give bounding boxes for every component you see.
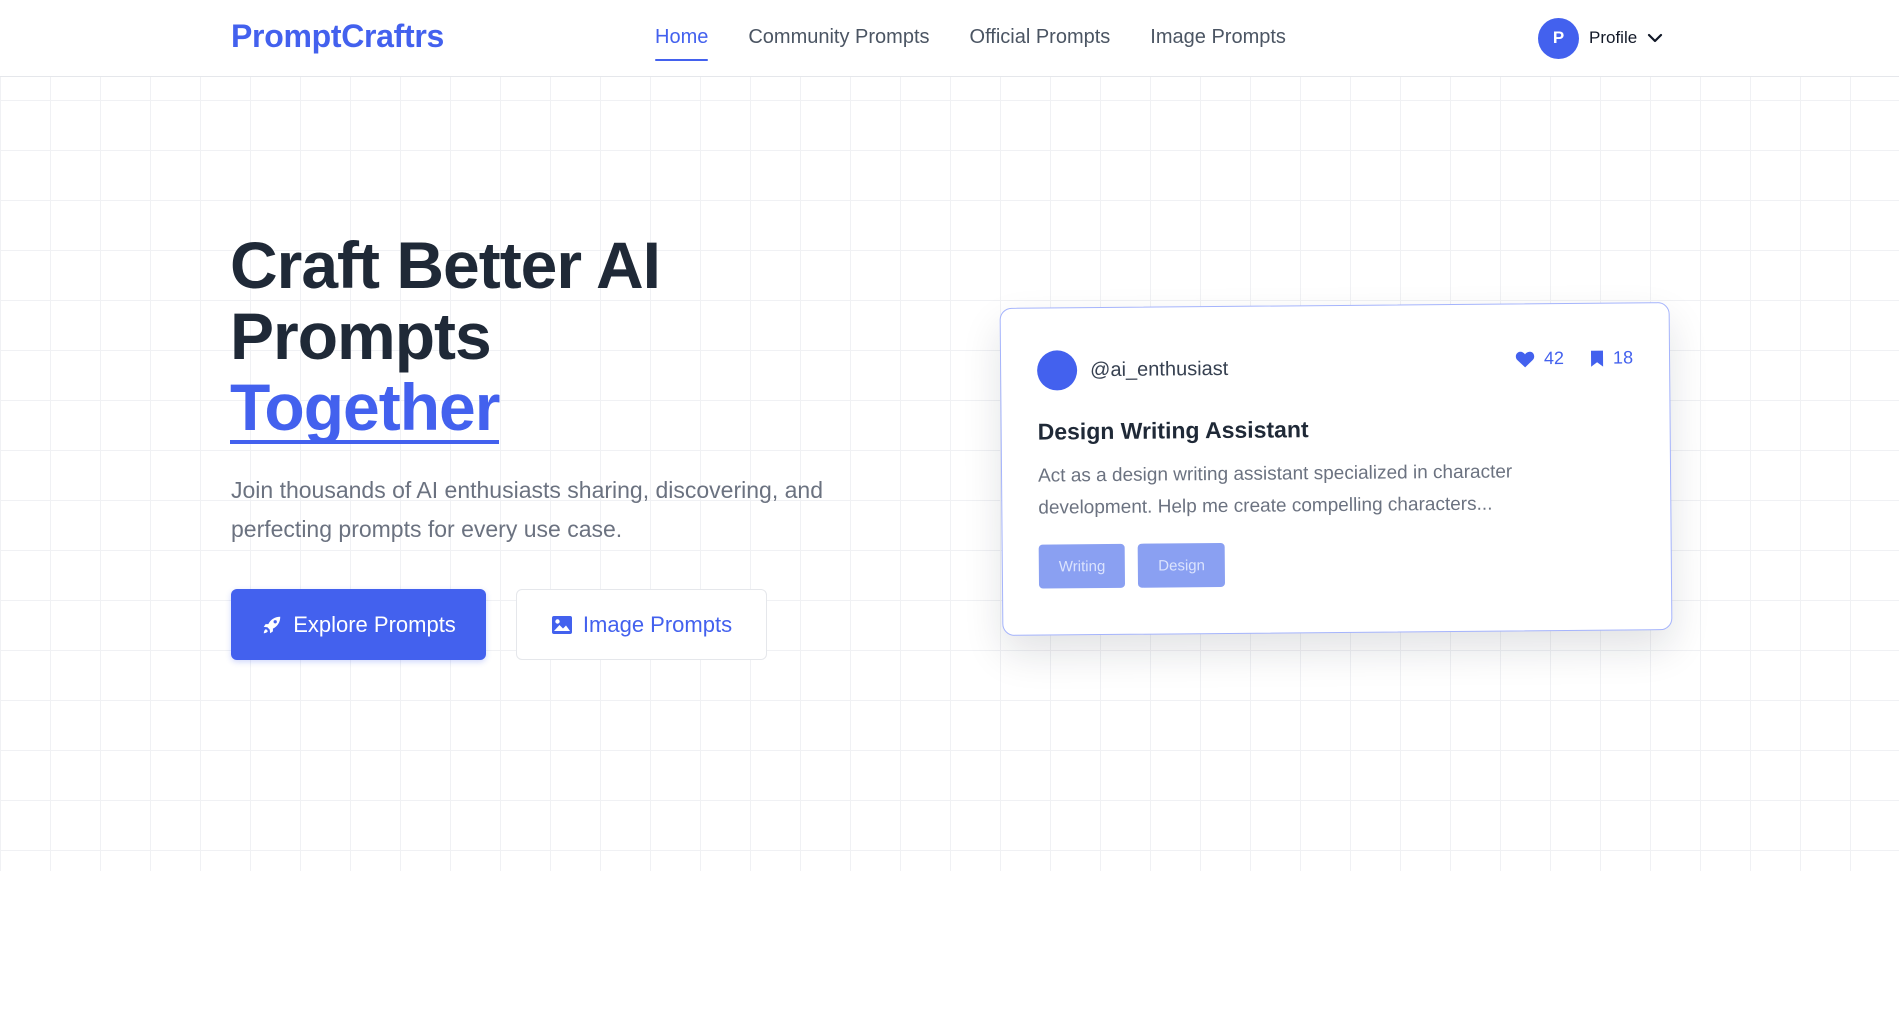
tag-design[interactable]: Design [1138, 542, 1226, 588]
hero-subtitle: Join thousands of AI enthusiasts sharing… [231, 477, 823, 542]
image-prompts-label: Image Prompts [582, 611, 733, 637]
hero-title: Craft Better AI Prompts Together [230, 230, 750, 444]
card-description: Act as a design writing assistant specia… [1037, 461, 1513, 519]
author-avatar [1036, 350, 1078, 391]
likes-stat[interactable]: 42 [1515, 348, 1564, 369]
explore-prompts-button[interactable]: Explore Prompts [231, 589, 486, 660]
hero-title-accent: Together [230, 370, 500, 444]
card-author: @ai_enthusiast [1036, 349, 1229, 391]
nav-link-image-prompts[interactable]: Image Prompts [1150, 0, 1286, 77]
top-navbar: PromptCraftrs Home Community Prompts Off… [0, 0, 1899, 77]
card-stats: 42 18 [1489, 347, 1633, 369]
image-icon [551, 615, 573, 635]
bookmarks-count: 18 [1612, 347, 1634, 368]
prompt-preview-card[interactable]: @ai_enthusiast 42 18 Design Writing Assi… [999, 302, 1673, 636]
card-tags: Writing Design [1038, 542, 1238, 589]
profile-label[interactable]: Profile [1589, 28, 1637, 48]
author-username[interactable]: @ai_enthusiast [1090, 357, 1228, 381]
card-title: Design Writing Assistant [1037, 416, 1309, 445]
rocket-icon [261, 614, 283, 636]
brand-logo[interactable]: PromptCraftrs [231, 18, 444, 55]
avatar[interactable]: P [1538, 17, 1579, 59]
chevron-down-icon[interactable] [1647, 33, 1663, 43]
nav-link-home[interactable]: Home [655, 0, 709, 77]
likes-count: 42 [1543, 348, 1565, 369]
image-prompts-button[interactable]: Image Prompts [516, 589, 767, 660]
hero-title-line-2: Prompts [230, 299, 492, 373]
hero-section: Craft Better AI Prompts Together Join th… [0, 77, 1899, 871]
explore-prompts-label: Explore Prompts [293, 611, 456, 637]
hero-title-line-1: Craft Better AI [230, 228, 661, 302]
bookmark-icon [1590, 349, 1604, 367]
nav-link-community-prompts[interactable]: Community Prompts [748, 0, 929, 77]
heart-icon [1515, 350, 1535, 368]
bookmarks-stat[interactable]: 18 [1590, 347, 1633, 368]
nav-link-official-prompts[interactable]: Official Prompts [970, 0, 1111, 77]
profile-menu[interactable]: P Profile [1538, 17, 1663, 59]
main-nav: Home Community Prompts Official Prompts … [655, 0, 1326, 77]
tag-writing[interactable]: Writing [1038, 543, 1126, 589]
